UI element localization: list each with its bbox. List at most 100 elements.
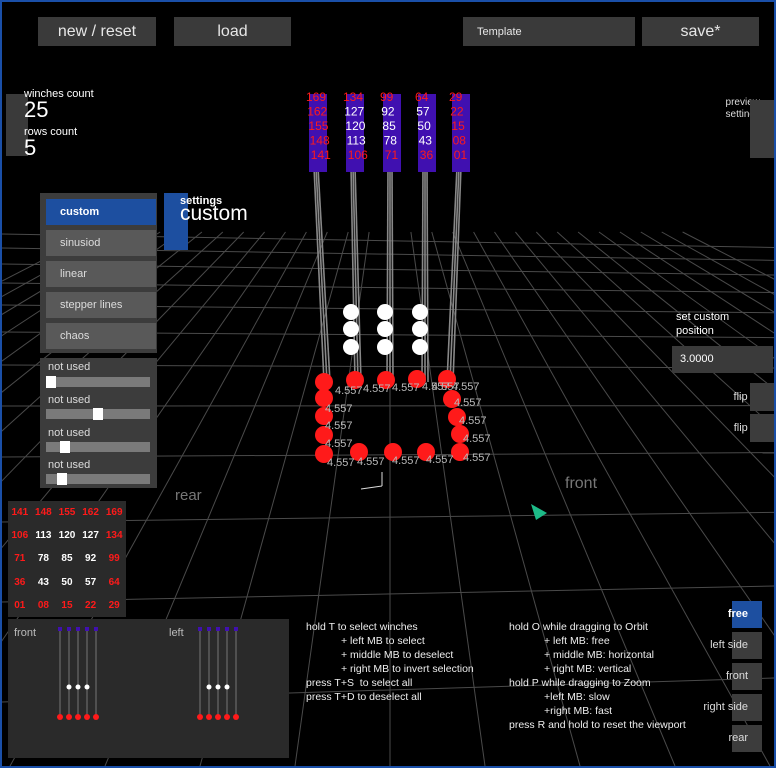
slider-4-label: not used <box>48 459 91 471</box>
winch-cell[interactable]: 64 <box>109 577 120 588</box>
slider-4-thumb[interactable] <box>57 473 68 485</box>
winch-cell[interactable]: 155 <box>59 507 76 518</box>
winch-column-label: 01 <box>454 148 468 162</box>
winch-cell[interactable]: 36 <box>14 577 25 588</box>
mid-sphere <box>377 339 393 355</box>
winch-cell[interactable]: 29 <box>109 600 120 611</box>
minimap-mid-sphere <box>75 684 81 690</box>
load-button[interactable]: load <box>174 17 291 46</box>
view-free-button[interactable]: free <box>728 601 762 628</box>
minimap-sphere <box>206 714 212 720</box>
view-left-side-button[interactable]: left side <box>710 632 762 659</box>
new-reset-button[interactable]: new / reset <box>38 17 156 46</box>
winch-cell[interactable]: 148 <box>35 507 52 518</box>
winch-cell[interactable]: 85 <box>61 553 72 564</box>
save-button[interactable]: save* <box>642 17 759 46</box>
winch-cell[interactable]: 08 <box>38 600 49 611</box>
winch-cell[interactable]: 162 <box>82 507 99 518</box>
winches-count-value[interactable]: 25 <box>24 97 48 123</box>
winch-cell[interactable]: 169 <box>106 507 123 518</box>
slider-3[interactable] <box>46 441 150 453</box>
custom-position-input[interactable]: 3.0000 <box>672 346 773 373</box>
preview-settings-button[interactable] <box>750 100 774 158</box>
height-value-label: 4.557 <box>325 420 353 432</box>
mid-sphere <box>412 304 428 320</box>
slider-4[interactable] <box>46 473 150 485</box>
winch-cell[interactable]: 01 <box>14 600 25 611</box>
winch-cell[interactable]: 15 <box>61 600 72 611</box>
winch-column-label: 57 <box>416 105 430 119</box>
winch-cell[interactable]: 22 <box>85 600 96 611</box>
mode-item-stepper-lines[interactable]: stepper lines <box>46 292 156 318</box>
view-right-side-button[interactable]: right side <box>703 694 762 721</box>
view-front-button[interactable]: front <box>726 663 762 690</box>
height-value-label: 4.557 <box>363 383 391 395</box>
winch-cell[interactable]: 43 <box>38 577 49 588</box>
winch-column-label: 141 <box>311 148 331 162</box>
winch-cell[interactable]: 71 <box>14 553 25 564</box>
mode-item-linear[interactable]: linear <box>46 261 156 287</box>
slider-1[interactable] <box>46 376 150 388</box>
minimap-winch <box>207 627 211 631</box>
rows-count-value[interactable]: 5 <box>24 135 36 161</box>
height-value-label: 4.557 <box>357 456 385 468</box>
winch-cell[interactable]: 113 <box>35 530 51 541</box>
view-rear-button[interactable]: rear <box>728 725 762 752</box>
minimap-sphere <box>215 714 221 720</box>
winch-cell[interactable]: 92 <box>85 553 96 564</box>
mode-item-sinusiod[interactable]: sinusiod <box>46 230 156 256</box>
winch-column-label: 50 <box>417 119 431 133</box>
cursor-icon <box>531 504 547 520</box>
winch-cell[interactable]: 141 <box>11 507 28 518</box>
winch-cell[interactable]: 120 <box>59 530 76 541</box>
minimap-sphere <box>233 714 239 720</box>
winch-cell[interactable]: 106 <box>11 530 28 541</box>
winch-cell[interactable]: 57 <box>85 577 96 588</box>
height-value-label: 4.557 <box>392 382 420 394</box>
winch-cell[interactable]: 99 <box>109 553 120 564</box>
slider-2-thumb[interactable] <box>93 408 103 420</box>
winch-column-label: 113 <box>347 134 366 148</box>
flip-y-button[interactable] <box>750 414 774 442</box>
view-free-label: free <box>727 608 748 620</box>
height-value-label: 4.557 <box>325 438 353 450</box>
minimap-mid-sphere <box>224 684 230 690</box>
mid-sphere <box>377 321 393 337</box>
template-name-input[interactable]: Template <box>463 17 635 46</box>
minimap-winch <box>67 627 71 631</box>
winch-column-label: 22 <box>450 105 464 119</box>
minimap-sphere <box>197 714 203 720</box>
selection-help-text: hold T to select winches + left MB to se… <box>306 621 474 703</box>
height-value-label: 4.557 <box>459 415 487 427</box>
app-window: rear front 169 162 155 148 141 134 127 120 113 106 9… <box>0 0 776 768</box>
slider-2[interactable] <box>46 408 150 420</box>
slider-1-thumb[interactable] <box>46 376 56 388</box>
winch-cell[interactable]: 50 <box>61 577 72 588</box>
minimap-canvas <box>57 627 239 720</box>
rear-label: rear <box>175 487 202 504</box>
winch-column-label: 36 <box>420 148 434 162</box>
view-right-side-label: right side <box>703 701 748 713</box>
minimap-sphere <box>84 714 90 720</box>
minimap-mid-sphere <box>215 684 221 690</box>
winch-sphere[interactable] <box>315 373 333 391</box>
mid-sphere <box>412 339 428 355</box>
winch-column-label: 85 <box>382 119 396 133</box>
minimap-sphere <box>93 714 99 720</box>
slider-3-thumb[interactable] <box>60 441 71 453</box>
height-value-label: 4.557 <box>463 433 491 445</box>
winch-cell[interactable]: 134 <box>106 530 123 541</box>
mode-item-custom[interactable]: custom <box>46 199 156 225</box>
winch-column-label: 162 <box>307 105 327 119</box>
minimap-winch <box>85 627 89 631</box>
winch-cell[interactable]: 78 <box>38 553 49 564</box>
winch-column-label: 64 <box>415 90 429 104</box>
winch-column-label: 08 <box>453 134 467 148</box>
winch-selection-grid[interactable]: 141 148 155 162 169 106 113 120 127 134 71 78 85 92 99… <box>8 501 126 617</box>
flip-x-button[interactable] <box>750 383 774 411</box>
minimap-left-label: left <box>169 627 184 639</box>
mode-item-chaos[interactable]: chaos <box>46 323 156 349</box>
winch-column-label: 134 <box>343 90 363 104</box>
winch-column-label: 92 <box>381 105 395 119</box>
winch-cell[interactable]: 127 <box>82 530 99 541</box>
